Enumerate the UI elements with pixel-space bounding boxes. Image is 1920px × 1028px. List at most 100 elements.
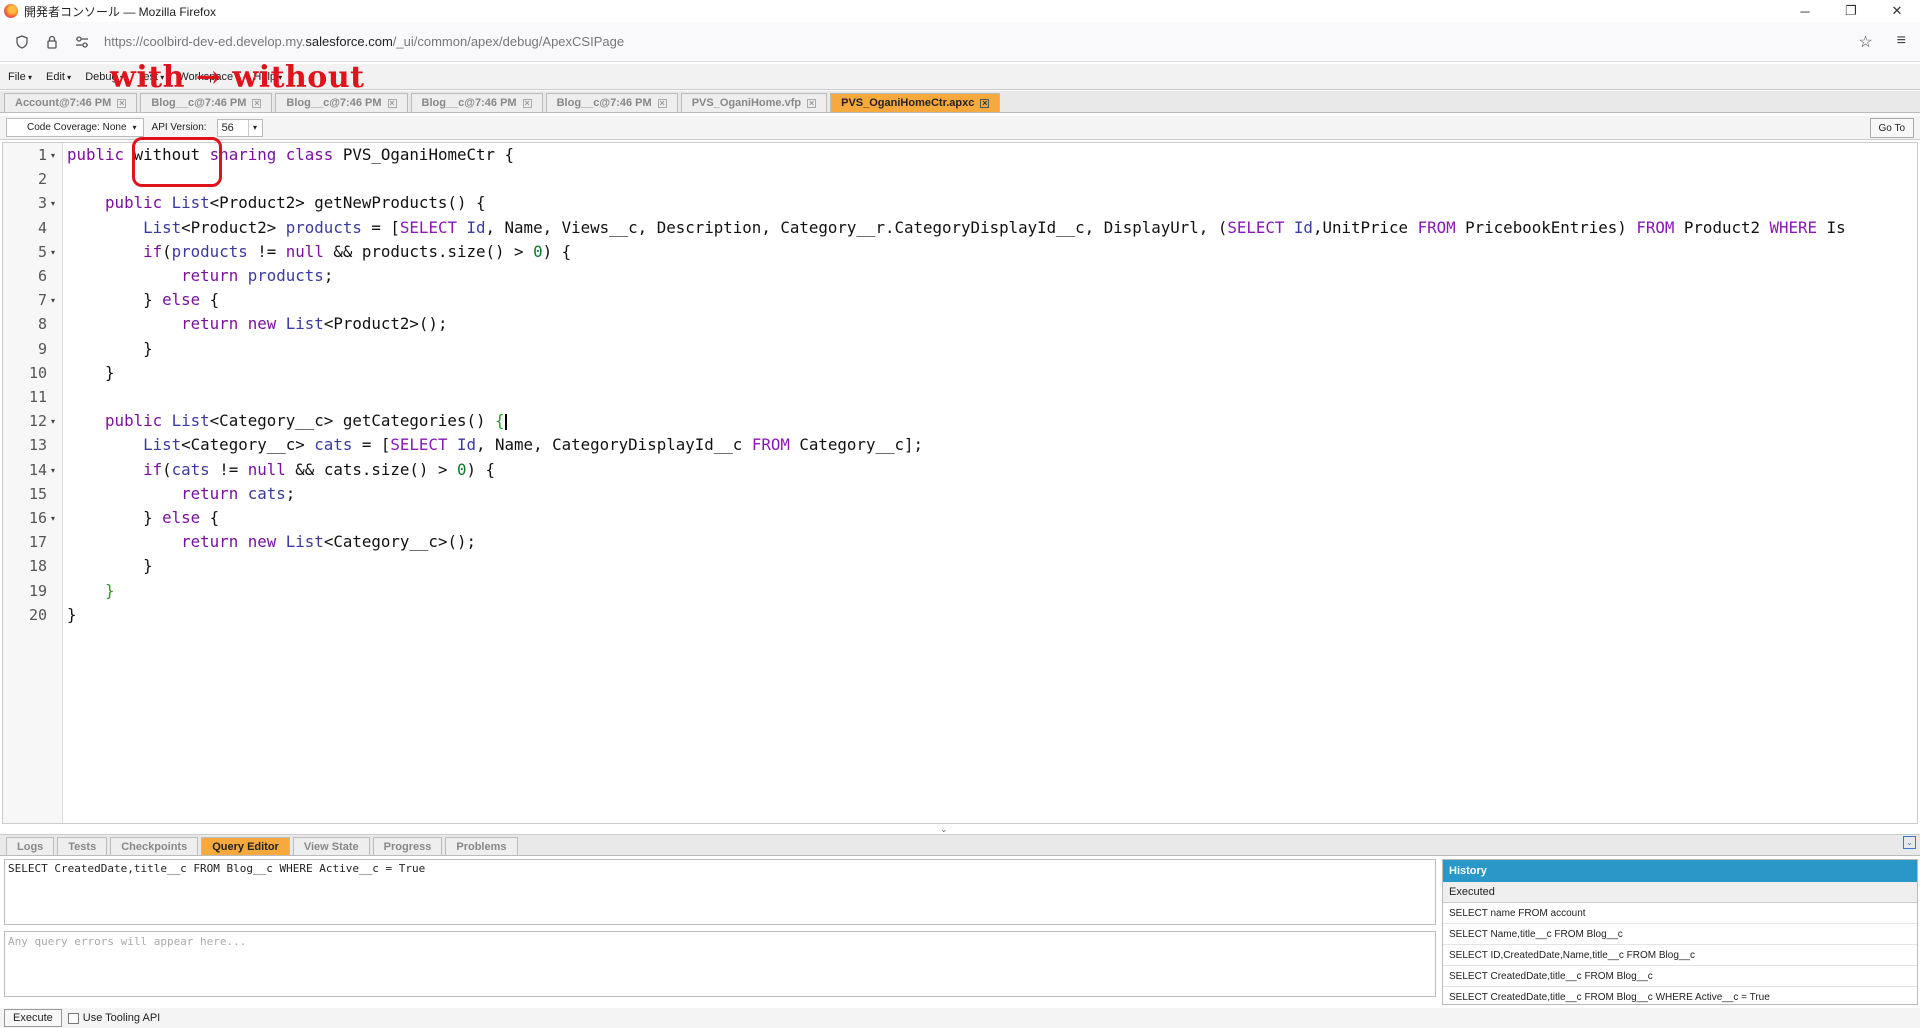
tab-progress[interactable]: Progress bbox=[372, 837, 443, 855]
bottom-panel-tabs: Logs Tests Checkpoints Query Editor View… bbox=[0, 834, 1920, 856]
history-row[interactable]: SELECT CreatedDate,title__c FROM Blog__c bbox=[1443, 966, 1917, 987]
line-number: 7 bbox=[37, 291, 47, 310]
lock-icon[interactable] bbox=[44, 34, 60, 50]
fold-toggle-icon[interactable]: ▾ bbox=[51, 296, 55, 305]
code-token: cats bbox=[314, 435, 353, 455]
use-tooling-api-checkbox[interactable] bbox=[67, 1012, 79, 1024]
code-token: Id bbox=[456, 435, 476, 455]
line-number: 9 bbox=[37, 339, 47, 358]
history-row[interactable]: SELECT ID,CreatedDate,Name,title__c FROM… bbox=[1443, 945, 1917, 966]
close-tab-icon[interactable]: × bbox=[522, 98, 532, 108]
goto-button[interactable]: Go To bbox=[1869, 118, 1914, 138]
close-tab-icon[interactable]: × bbox=[117, 98, 127, 108]
code-token: = [ bbox=[352, 435, 391, 455]
code-token: SELECT bbox=[390, 435, 457, 455]
hamburger-menu-icon[interactable]: ≡ bbox=[1897, 32, 1906, 52]
code-token: public bbox=[105, 193, 172, 213]
tab-checkpoints[interactable]: Checkpoints bbox=[110, 837, 199, 855]
api-version-label: API Version: bbox=[151, 122, 207, 133]
code-token: SELECT bbox=[1227, 217, 1294, 237]
code-token: { bbox=[200, 508, 220, 527]
close-tab-icon[interactable]: × bbox=[807, 98, 817, 108]
code-token: 0 bbox=[533, 241, 543, 261]
menu-file[interactable]: File bbox=[8, 71, 32, 83]
code-token: else bbox=[162, 290, 201, 310]
line-number: 16 bbox=[28, 509, 47, 527]
code-token: } bbox=[67, 556, 153, 576]
code-line: } else { bbox=[67, 288, 219, 312]
code-token: FROM bbox=[1417, 217, 1466, 237]
file-tab[interactable]: Blog__c@7:46 PM × bbox=[140, 93, 273, 112]
file-tab-label: Account@7:46 PM bbox=[15, 97, 112, 109]
code-area[interactable]: public without sharing class PVS_OganiHo… bbox=[67, 143, 1917, 823]
file-tab[interactable]: Blog__c@7:46 PM × bbox=[545, 93, 678, 112]
file-tab[interactable]: Account@7:46 PM × bbox=[4, 93, 138, 112]
code-token: class bbox=[285, 145, 343, 164]
tab-tests[interactable]: Tests bbox=[57, 837, 108, 855]
close-window-button[interactable]: ✕ bbox=[1874, 0, 1920, 22]
fold-toggle-icon[interactable]: ▾ bbox=[51, 248, 55, 257]
history-panel: History Executed SELECT name FROM accoun… bbox=[1442, 859, 1918, 1005]
file-tab-active[interactable]: PVS_OganiHomeCtr.apxc × bbox=[830, 93, 1001, 112]
tab-view-state[interactable]: View State bbox=[292, 837, 370, 855]
code-token: return bbox=[181, 532, 248, 552]
line-number: 10 bbox=[28, 363, 47, 382]
code-token: null bbox=[247, 459, 286, 479]
code-token: List bbox=[143, 217, 182, 237]
line-number: 1 bbox=[37, 146, 47, 164]
close-tab-icon[interactable]: × bbox=[657, 98, 667, 108]
file-tab[interactable]: Blog__c@7:46 PM × bbox=[410, 93, 543, 112]
code-line: } bbox=[67, 337, 153, 361]
code-line: } bbox=[67, 361, 115, 385]
file-tab[interactable]: Blog__c@7:46 PM × bbox=[275, 93, 408, 112]
fold-toggle-icon[interactable]: ▾ bbox=[51, 417, 55, 426]
fold-toggle-icon[interactable]: ▾ bbox=[51, 151, 55, 160]
shield-icon[interactable] bbox=[14, 34, 30, 50]
api-version-select[interactable]: 56 ▾ bbox=[216, 118, 263, 137]
code-token: products bbox=[171, 241, 248, 261]
tab-problems[interactable]: Problems bbox=[445, 837, 518, 855]
code-editor[interactable]: 1 ▾ 2 3 ▾ 4 5 ▾ 6 7 ▾ 8 9 10 11 12 ▾ 13 14 ▾ 15 16 ▾ 17 18 19 20 p… bbox=[2, 142, 1918, 824]
minimize-button[interactable]: ─ bbox=[1782, 0, 1828, 22]
code-token: } bbox=[67, 338, 153, 358]
code-token: List bbox=[285, 532, 324, 552]
history-subheader: Executed bbox=[1443, 882, 1917, 903]
query-input[interactable]: SELECT CreatedDate,title__c FROM Blog__c… bbox=[4, 859, 1436, 925]
code-token: Is bbox=[1826, 217, 1846, 237]
history-row[interactable]: SELECT Name,title__c FROM Blog__c bbox=[1443, 924, 1917, 945]
code-token: FROM bbox=[1636, 217, 1684, 237]
file-tab[interactable]: PVS_OganiHome.vfp × bbox=[680, 93, 828, 112]
code-token: <Category__c> bbox=[181, 435, 315, 455]
tab-query-editor[interactable]: Query Editor bbox=[201, 837, 290, 855]
close-tab-icon[interactable]: × bbox=[980, 98, 990, 108]
history-row[interactable]: SELECT name FROM account bbox=[1443, 903, 1917, 924]
fold-toggle-icon[interactable]: ▾ bbox=[51, 199, 55, 208]
fold-toggle-icon[interactable]: ▾ bbox=[51, 466, 55, 475]
code-line: return cats; bbox=[67, 482, 295, 506]
code-coverage-select[interactable]: Code Coverage: None bbox=[6, 118, 144, 137]
close-tab-icon[interactable]: × bbox=[387, 98, 397, 108]
code-token: List bbox=[171, 193, 210, 213]
url-domain: salesforce.com bbox=[305, 34, 393, 49]
code-line: } bbox=[67, 579, 115, 603]
line-number: 15 bbox=[28, 484, 47, 503]
history-row[interactable]: SELECT CreatedDate,title__c FROM Blog__c… bbox=[1443, 987, 1917, 1004]
code-token: ,UnitPrice bbox=[1312, 217, 1418, 237]
code-token: <Product2> getNewProducts() { bbox=[209, 193, 486, 213]
annotation-label: with → without bbox=[110, 60, 365, 95]
collapse-panel-icon[interactable]: ⌄ bbox=[1903, 836, 1916, 849]
tab-logs[interactable]: Logs bbox=[6, 837, 55, 855]
close-tab-icon[interactable]: × bbox=[252, 98, 262, 108]
execute-button[interactable]: Execute bbox=[4, 1009, 62, 1027]
line-number: 5 bbox=[37, 242, 47, 261]
code-token: != bbox=[247, 241, 286, 261]
page-permissions-icon[interactable] bbox=[74, 34, 90, 50]
bookmark-star-icon[interactable]: ☆ bbox=[1858, 32, 1872, 52]
url-field[interactable]: https://coolbird-dev-ed.develop.my.sales… bbox=[104, 34, 624, 49]
fold-toggle-icon[interactable]: ▾ bbox=[51, 514, 55, 523]
restore-button[interactable]: ❐ bbox=[1828, 0, 1874, 22]
menu-edit[interactable]: Edit bbox=[46, 71, 71, 83]
